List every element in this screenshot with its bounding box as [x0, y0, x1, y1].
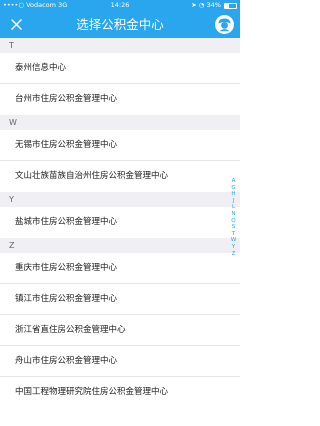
location-icon: ➤ — [191, 1, 197, 9]
battery-percent: 34% — [206, 1, 221, 9]
index-letter-y[interactable]: Y — [229, 244, 238, 251]
index-letter-t[interactable]: T — [229, 231, 238, 238]
index-letter-q[interactable]: Q — [229, 218, 238, 225]
list-item[interactable]: 重庆市住房公积金管理中心 — [0, 253, 240, 284]
alarm-icon: ◔ — [198, 1, 205, 9]
list-item[interactable]: 台州市住房公积金管理中心 — [0, 84, 240, 115]
section-header-z: Z — [0, 238, 240, 253]
center-list: T 泰州信息中心 台州市住房公积金管理中心 W 无锡市住房公积金管理中心 文山壮… — [0, 38, 240, 408]
status-bar: ••••○ Vodacom 3G 14:26 ➤ ◔ 34% — [0, 0, 240, 11]
list-item[interactable]: 文山壮族苗族自治州住房公积金管理中心 — [0, 161, 240, 192]
index-letter-n[interactable]: N — [229, 211, 238, 218]
index-letter-g[interactable]: G — [229, 185, 238, 192]
section-header-t: T — [0, 38, 240, 53]
section-header-y: Y — [0, 192, 240, 207]
avatar-icon — [216, 16, 233, 33]
avatar-button[interactable] — [215, 15, 234, 34]
list-item[interactable]: 舟山市住房公积金管理中心 — [0, 346, 240, 377]
page-title: 选择公积金中心 — [76, 17, 164, 32]
index-letter-j[interactable]: J — [229, 198, 238, 205]
list-item[interactable]: 中国工程物理研究院住房公积金管理中心 — [0, 377, 240, 408]
list-item[interactable]: 镇江市住房公积金管理中心 — [0, 284, 240, 315]
nav-bar: 选择公积金中心 — [0, 11, 240, 38]
index-letter-z[interactable]: Z — [229, 251, 238, 258]
status-right: ➤ ◔ 34% — [191, 0, 237, 12]
top-bar: ••••○ Vodacom 3G 14:26 ➤ ◔ 34% 选择公积金中心 — [0, 0, 240, 38]
list-item[interactable]: 无锡市住房公积金管理中心 — [0, 130, 240, 161]
index-letter-s[interactable]: S — [229, 224, 238, 231]
index-letter-l[interactable]: L — [229, 204, 238, 211]
list-item[interactable]: 泰州信息中心 — [0, 53, 240, 84]
index-letter-h[interactable]: H — [229, 191, 238, 198]
list-item[interactable]: 盐城市住房公积金管理中心 — [0, 207, 240, 238]
section-header-w: W — [0, 115, 240, 130]
battery-fill — [225, 3, 229, 8]
battery-icon — [224, 2, 237, 9]
index-letter-a[interactable]: A — [229, 178, 238, 185]
index-letter-w[interactable]: W — [229, 237, 238, 244]
list-item[interactable]: 浙江省直住房公积金管理中心 — [0, 315, 240, 346]
alphabet-index[interactable]: A G H J L N Q S T W Y Z — [229, 178, 238, 257]
